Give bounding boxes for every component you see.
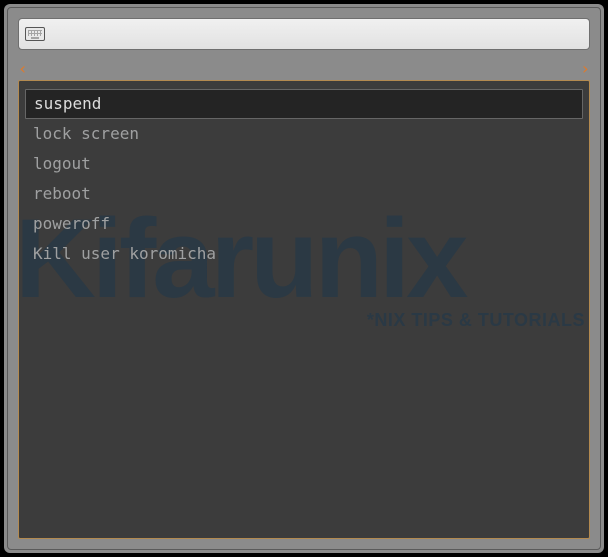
- search-input[interactable]: [45, 26, 583, 42]
- launcher-window: ‹ › Kifarunix *NIX TIPS & TUTORIALS susp…: [4, 4, 604, 553]
- menu-item-lock-screen[interactable]: lock screen: [25, 119, 583, 149]
- nav-arrows: ‹ ›: [18, 60, 590, 78]
- menu-item-kill-user[interactable]: Kill user koromicha: [25, 239, 583, 269]
- power-menu-dropdown: Kifarunix *NIX TIPS & TUTORIALS suspend …: [18, 80, 590, 539]
- menu-item-poweroff[interactable]: poweroff: [25, 209, 583, 239]
- arrow-left-icon[interactable]: ‹: [18, 61, 28, 77]
- keyboard-icon: [25, 27, 45, 41]
- arrow-right-icon[interactable]: ›: [580, 61, 590, 77]
- menu-item-logout[interactable]: logout: [25, 149, 583, 179]
- menu-item-reboot[interactable]: reboot: [25, 179, 583, 209]
- search-bar[interactable]: [18, 18, 590, 50]
- watermark-subtitle: *NIX TIPS & TUTORIALS: [18, 310, 585, 331]
- menu-item-suspend[interactable]: suspend: [25, 89, 583, 119]
